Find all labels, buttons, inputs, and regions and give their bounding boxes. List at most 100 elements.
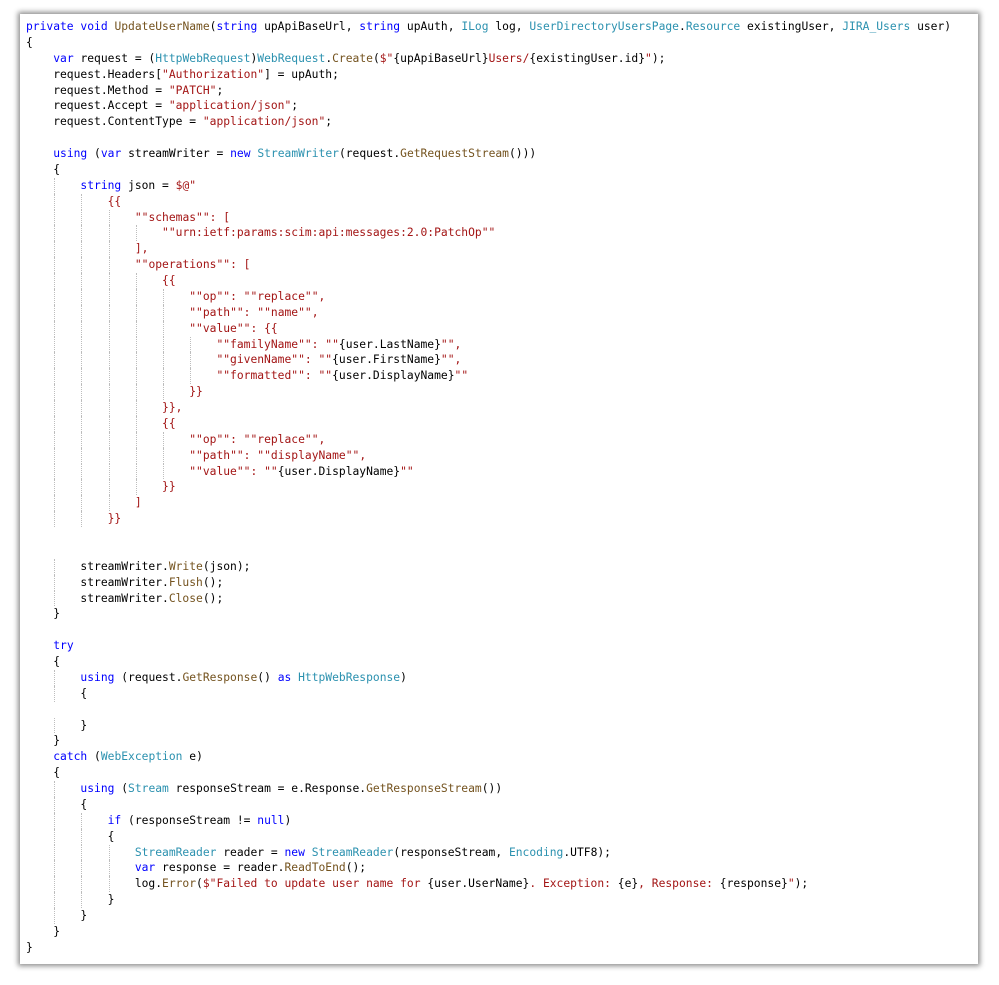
code-line: var request = (HttpWebRequest)WebRequest… <box>26 51 951 67</box>
code-token-text: request.Headers[ <box>26 67 163 81</box>
code-token-keyword: new <box>284 845 312 859</box>
indent-guide <box>54 304 56 321</box>
code-token-string: $"Failed to update user name for <box>202 877 428 891</box>
code-token-text: streamWriter = <box>128 147 231 160</box>
indent-guide <box>163 336 164 353</box>
indent-guide <box>81 352 83 369</box>
code-token-string: name <box>270 305 299 319</box>
code-line: } <box>26 940 951 956</box>
indent-guide <box>54 717 56 734</box>
indent-guide <box>135 463 137 480</box>
code-token-string: , <box>318 289 326 303</box>
code-line: } <box>26 924 951 940</box>
indent-guide <box>163 384 164 400</box>
indent-guide <box>81 876 83 893</box>
code-token-brace: }} <box>189 385 203 399</box>
code-token-string: replace <box>257 289 305 303</box>
code-token-string: $" <box>379 51 394 65</box>
code-line: ""op"": ""replace"", <box>26 288 951 305</box>
code-token-text: { <box>26 162 61 176</box>
indent-guide <box>108 400 110 416</box>
code-token-method: Error <box>162 877 197 891</box>
code-line: streamWriter.Flush(); <box>26 574 951 591</box>
indent-guide <box>81 511 83 527</box>
indent-guide <box>108 336 110 353</box>
code-token-text: response = reader. <box>162 861 285 875</box>
code-token-text: ] = upAuth; <box>264 67 339 81</box>
indent-guide <box>81 209 83 226</box>
code-token-method: UpdateUserName <box>114 20 210 33</box>
code-token-string: "" <box>236 321 251 335</box>
code-token-text: { <box>26 766 61 780</box>
code-token-string: : <box>311 337 326 351</box>
code-token-text: upAuth, <box>406 20 462 33</box>
code-token-text: {user.DisplayName} <box>332 369 455 383</box>
indent-guide <box>54 225 56 242</box>
code-token-brace: }} <box>162 480 176 494</box>
code-token-string: "" <box>189 305 203 319</box>
indent-guide <box>81 288 83 305</box>
code-token-string: "" <box>264 464 278 478</box>
code-token-text: } <box>26 924 61 938</box>
code-token-text: request = ( <box>80 51 156 65</box>
code-token-keyword: catch <box>53 750 95 764</box>
code-token-string: "" <box>243 432 258 446</box>
indent-guide <box>135 447 137 464</box>
indent-guide <box>163 463 164 480</box>
code-token-text: ())) <box>508 147 537 160</box>
code-token-keyword: void <box>80 20 115 33</box>
code-token-text: () <box>257 670 278 684</box>
indent-guide <box>54 908 56 924</box>
code-token-type: ILog <box>461 20 496 33</box>
indent-guide <box>81 304 83 321</box>
indent-guide <box>108 288 110 305</box>
code-token-text: .UTF8); <box>563 845 611 859</box>
code-token-keyword: if <box>107 813 129 827</box>
code-line: log.Error($"Failed to update user name f… <box>26 876 951 893</box>
code-line: request.Accept = "application/json"; <box>26 98 951 114</box>
code-token-string: givenName <box>230 353 292 367</box>
code-token-text: (); <box>202 591 224 605</box>
indent-guide <box>163 320 164 337</box>
code-token-string: "Authorization" <box>162 67 265 81</box>
code-token-text: streamWriter. <box>26 559 169 573</box>
code-line: { <box>26 796 951 813</box>
code-line: } <box>26 908 951 924</box>
code-token-text: log. <box>26 877 163 891</box>
indent-guide <box>108 241 110 258</box>
code-token-text: request.Method = <box>26 83 169 97</box>
code-token-string: : [ <box>209 210 231 224</box>
indent-guide <box>81 463 83 480</box>
code-token-text: json = <box>128 178 176 192</box>
code-token-method: GetRequestStream <box>400 147 509 160</box>
indent-guide <box>135 288 137 305</box>
code-line: { <box>26 765 951 781</box>
code-line: ""value"": ""{user.DisplayName}"" <box>26 463 951 480</box>
code-token-string: : <box>230 432 244 446</box>
code-token-text: } <box>26 734 61 748</box>
code-line: {{ <box>26 193 951 210</box>
code-token-method: Close <box>168 591 203 605</box>
code-token-string: , <box>454 353 462 367</box>
code-token-brace: {{ <box>162 274 176 287</box>
code-token-keyword: using <box>53 147 95 160</box>
code-view[interactable]: private void UpdateUserName (string upApi… <box>26 19 951 956</box>
code-line: } <box>26 717 951 734</box>
indent-guide <box>54 511 56 527</box>
code-token-string: : <box>243 448 258 462</box>
indent-guide <box>81 431 83 448</box>
indent-guide <box>54 288 56 305</box>
indent-guide <box>190 352 192 369</box>
code-token-brace: {{ <box>264 321 278 335</box>
code-token-text: { <box>26 797 88 811</box>
indent-guide <box>54 558 56 575</box>
indent-guide <box>108 844 110 861</box>
code-line: ""op"": ""replace"", <box>26 431 951 448</box>
code-line: { <box>26 685 951 702</box>
indent-guide <box>135 431 137 448</box>
